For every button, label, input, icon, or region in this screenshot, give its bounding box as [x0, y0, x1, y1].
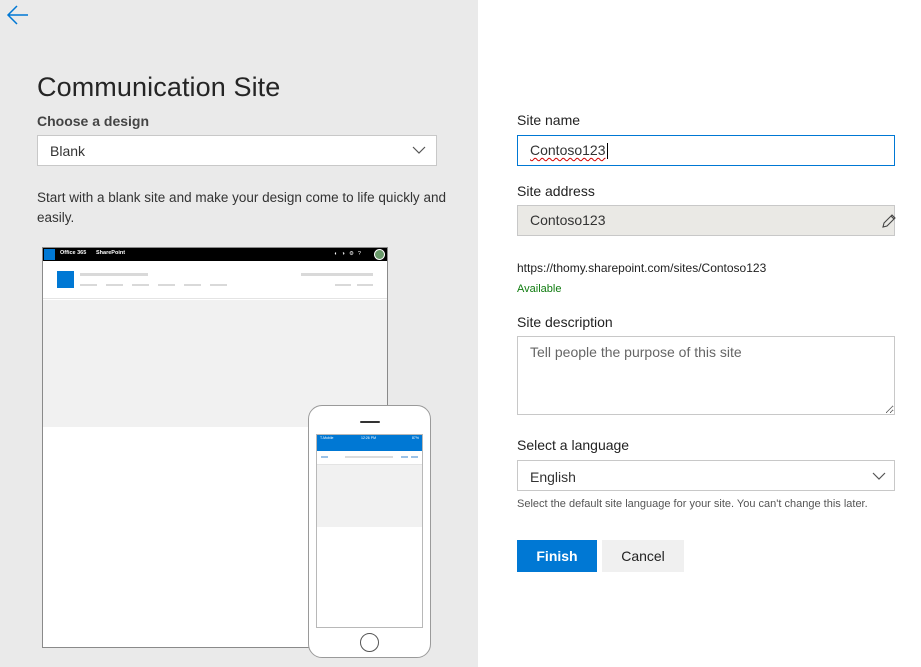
design-description: Start with a blank site and make your de…: [37, 190, 446, 225]
phone-top-bar: T-Mobile 12:26 PM 87%: [317, 435, 422, 451]
site-logo: [57, 271, 74, 288]
cancel-button[interactable]: Cancel: [602, 540, 684, 572]
preview-suite-bar: Office 365 SharePoint ◐◑⚙?: [43, 248, 387, 261]
placeholder-bar: [210, 284, 227, 286]
chevron-down-icon: [872, 472, 886, 480]
phone-hero-area: [317, 465, 422, 527]
placeholder-bar: [401, 456, 408, 458]
finish-button[interactable]: Finish: [517, 540, 597, 572]
chevron-down-icon: [412, 146, 426, 154]
site-description-label: Site description: [517, 314, 613, 330]
site-name-value: Contoso123: [530, 142, 606, 158]
site-description-input[interactable]: [517, 336, 895, 415]
site-name-label: Site name: [517, 112, 581, 128]
placeholder-bar: [301, 273, 373, 276]
placeholder-bar: [321, 456, 328, 458]
placeholder-bar: [184, 284, 201, 286]
waffle-icon: [44, 249, 55, 260]
site-address-value: Contoso123: [530, 212, 606, 228]
availability-status: Available: [517, 283, 562, 295]
placeholder-bar: [335, 284, 351, 286]
design-dropdown-value: Blank: [50, 143, 86, 159]
placeholder-bar: [106, 284, 123, 286]
language-note: Select the default site language for you…: [517, 498, 868, 510]
preview-app-name: Office 365: [60, 250, 87, 256]
site-name-input[interactable]: Contoso123: [517, 135, 895, 166]
design-dropdown[interactable]: Blank: [37, 135, 437, 166]
placeholder-bar: [80, 284, 97, 286]
design-panel: Communication Site Choose a design Blank…: [0, 0, 478, 667]
placeholder-bar: [132, 284, 149, 286]
site-address-label: Site address: [517, 183, 595, 199]
phone-time: 12:26 PM: [361, 436, 376, 440]
phone-preview: T-Mobile 12:26 PM 87%: [308, 405, 431, 658]
phone-speaker: [360, 421, 380, 423]
language-dropdown[interactable]: English: [517, 460, 895, 491]
page-title: Communication Site: [37, 72, 281, 102]
placeholder-bar: [357, 284, 373, 286]
text-caret: [606, 143, 608, 160]
placeholder-bar: [411, 456, 418, 458]
preview-product-name: SharePoint: [96, 250, 126, 256]
phone-site-header: [317, 451, 422, 465]
site-url: https://thomy.sharepoint.com/sites/Conto…: [517, 261, 767, 275]
placeholder-bar: [158, 284, 175, 286]
language-label: Select a language: [517, 437, 630, 453]
back-button[interactable]: [6, 4, 30, 26]
site-address-input[interactable]: Contoso123: [517, 205, 895, 236]
preview-toolbar-icons: ◐◑⚙?: [334, 251, 365, 257]
phone-battery: 87%: [411, 436, 419, 440]
avatar: [374, 249, 385, 260]
preview-site-header: [43, 261, 387, 299]
design-label: Choose a design: [37, 113, 150, 129]
placeholder-bar: [80, 273, 148, 276]
back-arrow-icon: [6, 5, 28, 25]
phone-carrier: T-Mobile: [320, 436, 334, 440]
edit-pencil-icon[interactable]: [880, 212, 898, 230]
phone-home-button: [360, 633, 379, 652]
language-dropdown-value: English: [530, 469, 576, 485]
phone-screen: T-Mobile 12:26 PM 87%: [316, 434, 423, 628]
placeholder-bar: [345, 456, 393, 458]
